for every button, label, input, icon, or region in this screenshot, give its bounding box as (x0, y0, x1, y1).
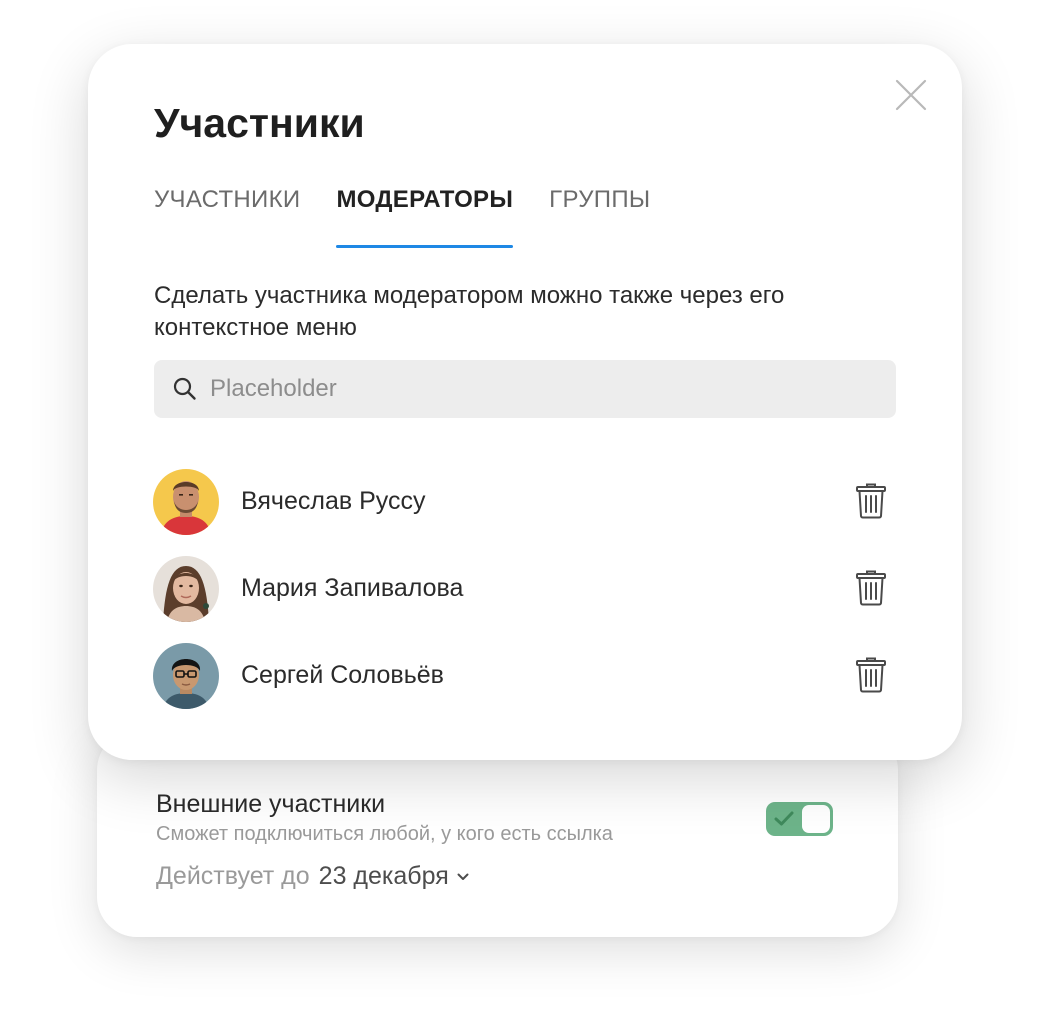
participants-modal: Участники УЧАСТНИКИ МОДЕРАТОРЫ ГРУППЫ Сд… (88, 44, 962, 760)
tab-bar: УЧАСТНИКИ МОДЕРАТОРЫ ГРУППЫ (154, 186, 686, 248)
external-participants-subtitle: Сможет подключиться любой, у кого есть с… (156, 823, 613, 845)
remove-moderator-button[interactable] (856, 570, 886, 606)
tab-participants[interactable]: УЧАСТНИКИ (154, 186, 300, 248)
avatar (153, 642, 219, 709)
moderator-name: Сергей Соловьёв (241, 661, 444, 689)
avatar (153, 555, 219, 622)
toggle-knob (802, 805, 830, 833)
modal-title: Участники (154, 100, 365, 146)
tab-groups[interactable]: ГРУППЫ (549, 186, 650, 248)
close-button[interactable] (894, 78, 928, 112)
search-icon (172, 376, 198, 402)
validity-date-value: 23 декабря (318, 862, 449, 890)
remove-moderator-button[interactable] (856, 483, 886, 519)
moderator-name: Мария Запивалова (241, 574, 464, 602)
tab-moderators[interactable]: МОДЕРАТОРЫ (336, 186, 513, 248)
validity-label: Действует до (156, 862, 310, 890)
moderator-name: Вячеслав Руссу (241, 487, 426, 515)
validity-date-dropdown[interactable]: 23 декабря (319, 862, 469, 891)
search-field[interactable] (154, 360, 896, 418)
moderators-hint: Сделать участника модератором можно такж… (154, 282, 785, 341)
trash-icon (856, 483, 886, 519)
list-item[interactable]: Мария Запивалова (153, 545, 898, 632)
moderators-list: Вячеслав Руссу Мария Запивалова Сергей С… (153, 458, 898, 719)
external-participants-title: Внешние участники (156, 790, 386, 818)
remove-moderator-button[interactable] (856, 657, 886, 693)
list-item[interactable]: Сергей Соловьёв (153, 632, 898, 719)
trash-icon (856, 570, 886, 606)
validity-row: Действует до 23 декабря (156, 862, 469, 891)
chevron-down-icon (457, 873, 469, 880)
external-participants-card: Внешние участники Сможет подключиться лю… (97, 730, 898, 937)
check-icon (774, 811, 794, 826)
avatar (153, 468, 219, 535)
close-icon (895, 79, 927, 111)
search-input[interactable] (208, 374, 868, 404)
list-item[interactable]: Вячеслав Руссу (153, 458, 898, 545)
external-participants-toggle[interactable] (766, 802, 833, 836)
trash-icon (856, 657, 886, 693)
